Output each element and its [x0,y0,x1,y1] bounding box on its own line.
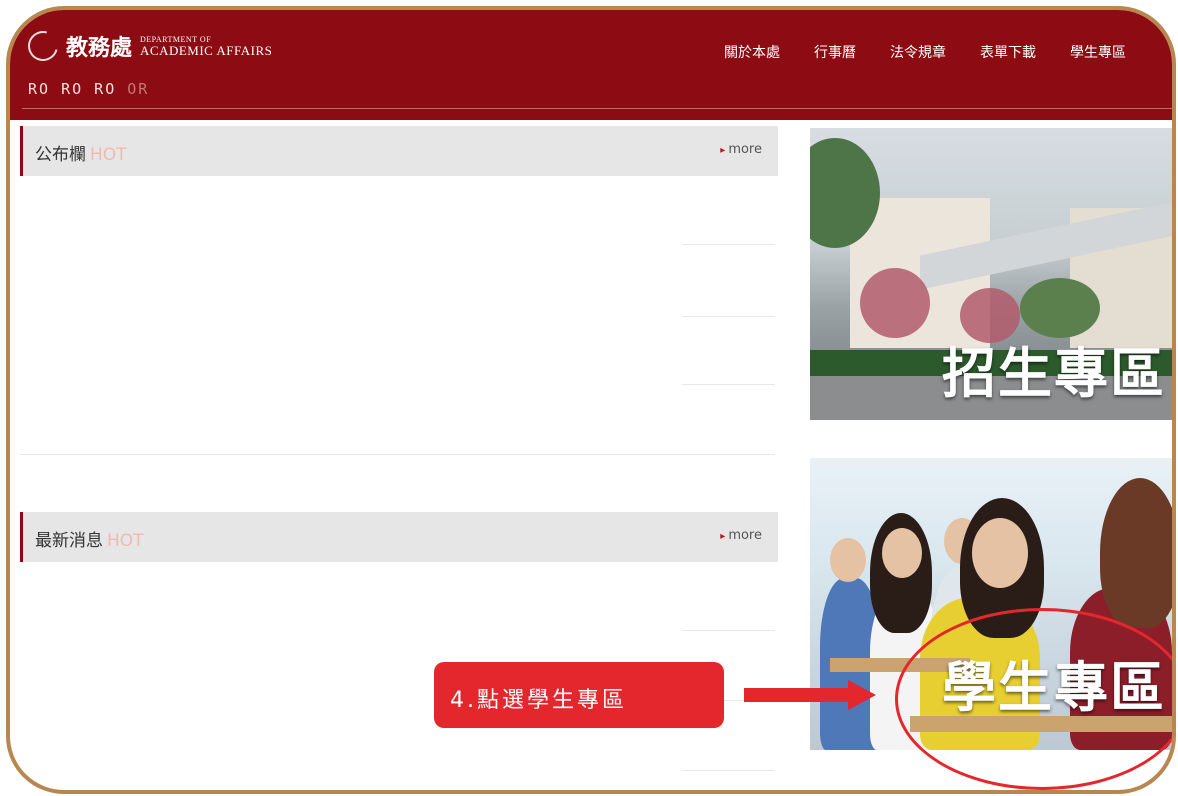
blossom-tree-shape [860,268,930,338]
news-panel-title: 最新消息 HOT [35,526,144,551]
screenshot-frame: 教務處 DEPARTMENT OF ACADEMIC AFFAIRS RO RO… [6,6,1176,794]
divider [682,770,775,771]
bulletin-panel-title: 公布欄 HOT [35,140,127,165]
student-head [972,518,1028,588]
admission-banner-label: 招生專區 [942,342,1166,405]
nav-item-students[interactable]: 學生專區 [1070,42,1126,62]
site-logo[interactable]: 教務處 DEPARTMENT OF ACADEMIC AFFAIRS [22,25,273,67]
news-title-text: 最新消息 [35,531,103,551]
divider [682,630,775,631]
nav-item-regulations[interactable]: 法令規章 [890,42,946,62]
bulletin-title-text: 公布欄 [35,145,86,165]
student-head [830,538,866,582]
news-hot-label: HOT [107,531,144,551]
logo-english-name: DEPARTMENT OF ACADEMIC AFFAIRS [140,35,273,58]
instruction-callout-text: 4.點選學生專區 [450,688,627,713]
divider [682,384,775,385]
nav-item-about[interactable]: 關於本處 [724,42,780,62]
logo-mark-icon [22,25,64,67]
site-header: 教務處 DEPARTMENT OF ACADEMIC AFFAIRS RO RO… [10,10,1172,120]
arrow-head-icon [848,680,876,710]
bulletin-more-link[interactable]: more [720,142,762,157]
main-nav: 關於本處 行事曆 法令規章 表單下載 學生專區 [724,42,1126,62]
nav-item-calendar[interactable]: 行事曆 [814,42,856,62]
logo-script-text: RO RO RO [28,80,117,98]
news-more-link[interactable]: more [720,528,762,543]
instruction-callout: 4.點選學生專區 [434,662,724,728]
logo-en-bottom: ACADEMIC AFFAIRS [140,42,273,58]
bulletin-panel-header: 公布欄HOT more [20,126,778,176]
news-panel-header: 最新消息HOT more [20,512,778,562]
arrow-icon [744,688,852,702]
bulletin-hot-label: HOT [90,145,127,165]
header-divider [22,108,1172,109]
divider [682,316,775,317]
section-divider [20,454,775,455]
divider [682,244,775,245]
nav-item-forms[interactable]: 表單下載 [980,42,1036,62]
highlight-ellipse [895,608,1172,790]
logo-script-faint: OR [127,80,150,98]
logo-script-decoration: RO RO RO OR [28,80,149,98]
admission-banner[interactable]: 招生專區 [810,128,1172,420]
student-head [882,528,922,578]
student-hair [1100,478,1172,628]
logo-chinese-name: 教務處 [66,35,133,61]
